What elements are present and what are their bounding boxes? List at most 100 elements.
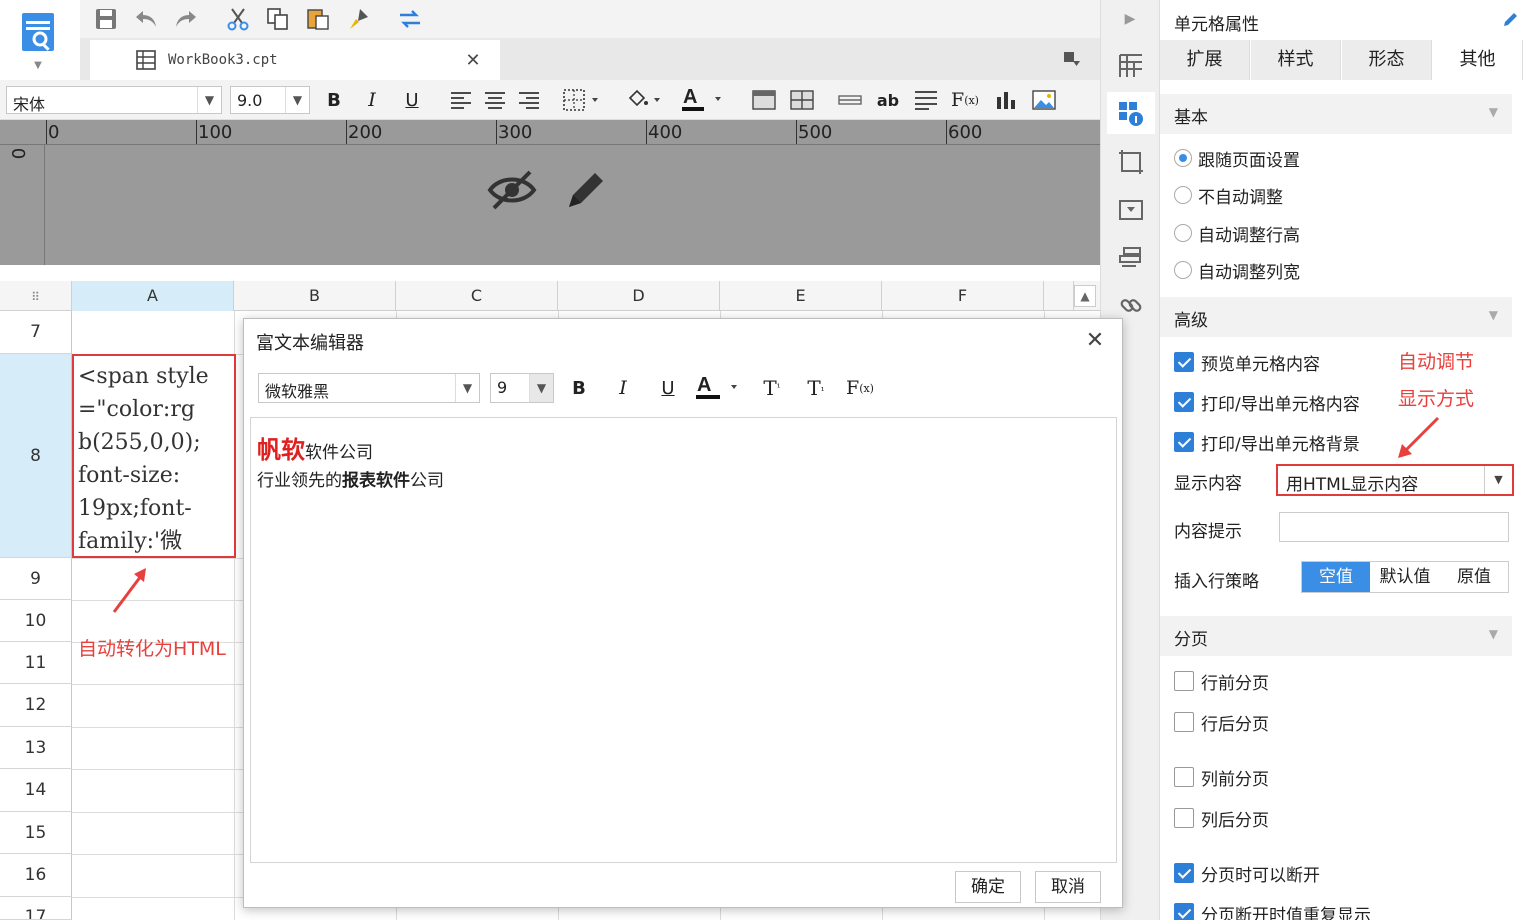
- scroll-up-icon[interactable]: ▲: [1074, 285, 1096, 307]
- column-header-c[interactable]: C: [396, 281, 558, 311]
- cell-expand-icon[interactable]: [1115, 50, 1147, 82]
- italic-icon[interactable]: I: [610, 374, 636, 402]
- column-header-f[interactable]: F: [882, 281, 1044, 311]
- checkbox-repeat-on-break[interactable]: [1174, 903, 1194, 920]
- undo-icon[interactable]: [132, 5, 160, 33]
- column-header-a[interactable]: A: [72, 281, 234, 311]
- row-header-10[interactable]: 10: [0, 600, 72, 642]
- dropdown-menu-icon[interactable]: [1060, 48, 1084, 72]
- radio-follow-page[interactable]: [1174, 149, 1192, 167]
- tab-expand[interactable]: 扩展: [1160, 40, 1250, 80]
- dialog-size-select[interactable]: 9 ▼: [490, 373, 554, 403]
- tab-shape[interactable]: 形态: [1342, 40, 1432, 80]
- font-color-icon[interactable]: A: [694, 371, 740, 403]
- chevron-down-icon[interactable]: ▼: [30, 58, 46, 72]
- display-content-select[interactable]: 用HTML显示内容 ▼: [1276, 464, 1514, 496]
- radio-auto-col-width[interactable]: [1174, 261, 1192, 279]
- insert-option-empty[interactable]: 空值: [1302, 562, 1370, 592]
- bold-icon[interactable]: B: [320, 86, 348, 114]
- template-icon[interactable]: [18, 10, 58, 54]
- italic-icon[interactable]: I: [358, 86, 386, 114]
- line-spacing-icon[interactable]: [912, 86, 940, 114]
- align-left-icon[interactable]: [448, 86, 474, 114]
- section-advanced[interactable]: 高级 ▼: [1160, 297, 1512, 337]
- rich-text-editor-area[interactable]: 帆软软件公司 行业领先的报表软件公司: [250, 417, 1117, 863]
- align-center-icon[interactable]: [482, 86, 508, 114]
- insert-option-original[interactable]: 原值: [1440, 562, 1508, 592]
- column-header-e[interactable]: E: [720, 281, 882, 311]
- attributes-tab-active[interactable]: [1107, 92, 1155, 134]
- tooltip-input[interactable]: [1279, 512, 1509, 542]
- close-icon[interactable]: ✕: [462, 49, 484, 71]
- strikethrough-icon[interactable]: [836, 86, 864, 114]
- font-color-icon[interactable]: A: [680, 84, 726, 114]
- swap-icon[interactable]: [396, 5, 424, 33]
- bold-icon[interactable]: B: [566, 374, 592, 402]
- pencil-icon[interactable]: [561, 165, 611, 215]
- edit-pin-icon[interactable]: [1500, 10, 1520, 30]
- select-all-corner[interactable]: ⠿: [0, 281, 72, 311]
- checkbox-page-after-row[interactable]: [1174, 712, 1194, 732]
- row-header-17[interactable]: 17: [0, 897, 72, 920]
- superscript-icon[interactable]: T¹: [758, 374, 786, 402]
- tab-style[interactable]: 样式: [1251, 40, 1341, 80]
- font-family-select[interactable]: 宋体 ▼: [6, 86, 222, 114]
- text-wrap-icon[interactable]: ab: [874, 86, 902, 114]
- save-icon[interactable]: [92, 5, 120, 33]
- checkbox-page-before-row[interactable]: [1174, 671, 1194, 691]
- formula-icon[interactable]: F (x): [950, 86, 980, 114]
- hide-eye-icon[interactable]: [485, 167, 539, 213]
- ok-button[interactable]: 确定: [955, 871, 1021, 903]
- redo-icon[interactable]: [172, 5, 200, 33]
- horizontal-ruler: 0 100 200 300 400 500 600: [0, 120, 1100, 145]
- close-icon[interactable]: ✕: [1082, 327, 1108, 353]
- section-paging[interactable]: 分页 ▼: [1160, 616, 1512, 656]
- checkbox-print-background[interactable]: [1174, 432, 1194, 452]
- row-header-12[interactable]: 12: [0, 684, 72, 727]
- section-basic[interactable]: 基本 ▼: [1160, 94, 1512, 134]
- dialog-font-select[interactable]: 微软雅黑 ▼: [258, 373, 480, 403]
- row-header-14[interactable]: 14: [0, 769, 72, 812]
- tab-workbook[interactable]: WorkBook3.cpt ✕: [90, 40, 500, 80]
- checkbox-page-after-col[interactable]: [1174, 808, 1194, 828]
- fill-color-icon[interactable]: [622, 86, 666, 114]
- tab-other[interactable]: 其他: [1433, 40, 1523, 80]
- cut-icon[interactable]: [224, 5, 252, 33]
- underline-icon[interactable]: U: [398, 86, 426, 114]
- cell-a8[interactable]: <span style ="color:rg b(255,0,0); font-…: [72, 354, 236, 558]
- font-size-select[interactable]: 9.0 ▼: [230, 86, 310, 114]
- format-painter-icon[interactable]: [344, 5, 372, 33]
- widget-icon[interactable]: [1115, 194, 1147, 226]
- radio-no-adjust[interactable]: [1174, 186, 1192, 204]
- align-right-icon[interactable]: [516, 86, 542, 114]
- border-icon[interactable]: [560, 86, 604, 114]
- checkbox-print-content[interactable]: [1174, 392, 1194, 412]
- formula-icon[interactable]: F (x): [844, 374, 876, 402]
- split-cells-icon[interactable]: [788, 86, 816, 114]
- collapse-arrow-icon[interactable]: ▶: [1117, 8, 1143, 30]
- row-header-7[interactable]: 7: [0, 311, 72, 354]
- merge-cells-icon[interactable]: [750, 86, 778, 114]
- row-header-16[interactable]: 16: [0, 854, 72, 897]
- subscript-icon[interactable]: T₁: [802, 374, 830, 402]
- row-header-9[interactable]: 9: [0, 558, 72, 600]
- underline-icon[interactable]: U: [655, 374, 681, 402]
- paste-icon[interactable]: [304, 5, 332, 33]
- insert-option-default[interactable]: 默认值: [1370, 562, 1440, 592]
- row-header-8[interactable]: 8: [0, 354, 72, 558]
- column-header-d[interactable]: D: [558, 281, 720, 311]
- row-header-11[interactable]: 11: [0, 642, 72, 684]
- image-icon[interactable]: [1030, 86, 1058, 114]
- condition-icon[interactable]: [1115, 242, 1147, 274]
- chart-icon[interactable]: [992, 86, 1020, 114]
- copy-icon[interactable]: [264, 5, 292, 33]
- checkbox-page-before-col[interactable]: [1174, 767, 1194, 787]
- checkbox-preview-content[interactable]: [1174, 352, 1194, 372]
- crop-icon[interactable]: [1115, 146, 1147, 178]
- cancel-button[interactable]: 取消: [1035, 871, 1101, 903]
- checkbox-break-on-page[interactable]: [1174, 863, 1194, 883]
- column-header-b[interactable]: B: [234, 281, 396, 311]
- row-header-13[interactable]: 13: [0, 727, 72, 769]
- row-header-15[interactable]: 15: [0, 812, 72, 854]
- radio-auto-row-height[interactable]: [1174, 224, 1192, 242]
